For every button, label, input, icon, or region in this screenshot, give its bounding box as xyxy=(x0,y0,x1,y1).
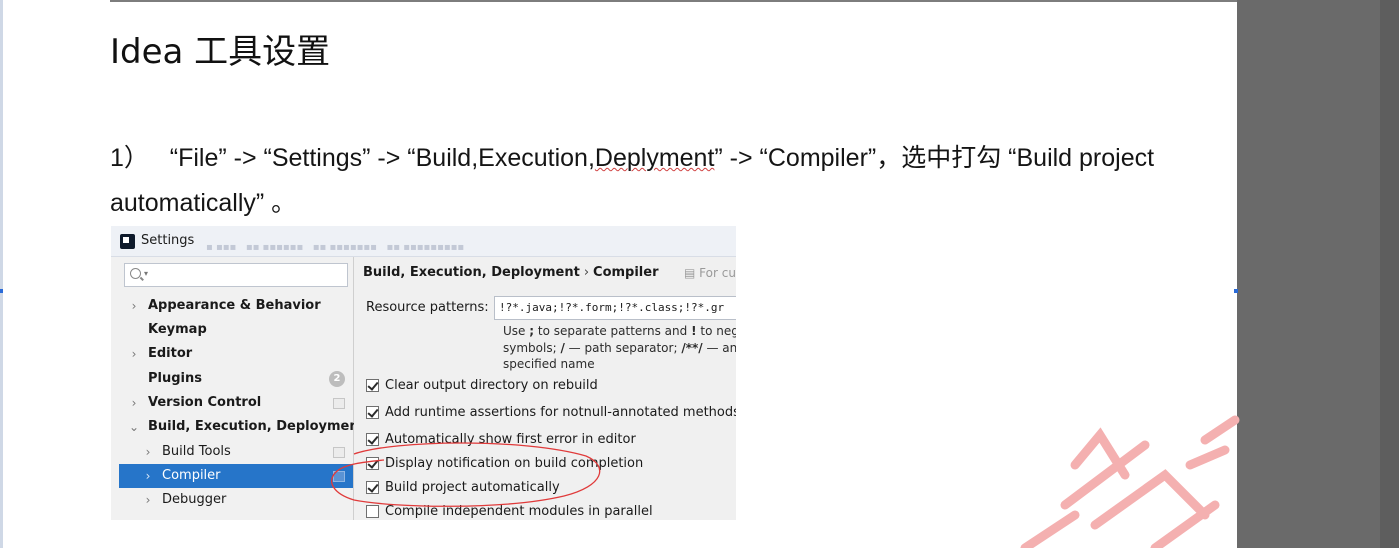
sidebar-item-label: Compiler xyxy=(162,468,221,483)
breadcrumb-current: Compiler xyxy=(593,265,659,280)
settings-screenshot: Settings ▪ ▪▪▪ ▪▪ ▪▪▪▪▪▪ ▪▪ ▪▪▪▪▪▪▪ ▪▪ ▪… xyxy=(111,226,736,520)
sidebar-item-label: Version Control xyxy=(148,395,262,410)
option-label: Compile independent modules in parallel xyxy=(385,504,653,519)
sidebar-item-label: Build Tools xyxy=(162,444,231,459)
help-text: — path separator; xyxy=(564,340,682,355)
help-text: to separate patterns and xyxy=(534,324,692,338)
viewer-side-panel xyxy=(1237,0,1399,548)
checkbox[interactable] xyxy=(366,481,379,494)
breadcrumb-parent[interactable]: Build, Execution, Deployment xyxy=(363,265,580,280)
checkbox[interactable] xyxy=(366,505,379,518)
update-count-badge: 2 xyxy=(329,371,345,387)
chevron-down-icon[interactable]: ▾ xyxy=(144,269,148,278)
help-text: symbols; xyxy=(503,340,561,355)
page-left-edge xyxy=(0,0,3,548)
help-line: symbols; / — path separator; /**/ — any xyxy=(503,340,736,357)
page-top-border xyxy=(110,0,1286,2)
window-titlebar: Settings ▪ ▪▪▪ ▪▪ ▪▪▪▪▪▪ ▪▪ ▪▪▪▪▪▪▪ ▪▪ ▪… xyxy=(111,226,736,257)
chevron-right-icon[interactable]: › xyxy=(129,391,139,415)
search-icon xyxy=(130,268,141,279)
option-label: Automatically show first error in editor xyxy=(385,432,636,447)
ghost-toolbar-text: ▪ ▪▪▪ ▪▪ ▪▪▪▪▪▪ ▪▪ ▪▪▪▪▪▪▪ ▪▪ ▪▪▪▪▪▪▪▪▪ xyxy=(206,242,465,253)
chevron-right-icon[interactable]: › xyxy=(143,488,153,512)
sidebar-item-debugger[interactable]: › Debugger xyxy=(111,488,353,512)
step-number: 1） xyxy=(110,144,149,172)
project-icon xyxy=(333,447,345,458)
help-text: /**/ xyxy=(681,340,703,355)
breadcrumb: Build, Execution, Deployment › Compiler xyxy=(363,265,659,280)
project-icon xyxy=(333,471,345,482)
help-text: — any xyxy=(706,340,736,355)
sidebar-item-appearance-behavior[interactable]: › Appearance & Behavior xyxy=(111,294,353,318)
option-label: Clear output directory on rebuild xyxy=(385,378,598,393)
chevron-down-icon[interactable]: ⌄ xyxy=(129,415,139,439)
option-label: Add runtime assertions for notnull-annot… xyxy=(385,405,736,420)
sidebar-item-build-execution-deployment[interactable]: ⌄ Build, Execution, Deployment xyxy=(111,415,365,439)
sidebar-item-keymap[interactable]: Keymap xyxy=(111,318,353,342)
help-text: to negat xyxy=(700,324,736,338)
sidebar-item-label: Plugins xyxy=(148,371,202,386)
sidebar-item-version-control[interactable]: › Version Control xyxy=(111,391,353,415)
sidebar-item-editor[interactable]: › Editor xyxy=(111,342,353,366)
checkbox[interactable] xyxy=(366,406,379,419)
sidebar-item-label: Debugger xyxy=(162,492,227,507)
sidebar-item-label: Appearance & Behavior xyxy=(148,298,321,313)
resource-patterns-help: Use ; to separate patterns and ! to nega… xyxy=(503,323,736,373)
help-text: Use xyxy=(503,324,530,338)
help-line: Use ; to separate patterns and ! to nega… xyxy=(503,323,736,340)
checkbox[interactable] xyxy=(366,379,379,392)
settings-sidebar: ▾ › Appearance & Behavior Keymap › Edito… xyxy=(111,257,365,520)
chevron-right-icon[interactable]: › xyxy=(129,342,139,366)
page-margin-marker xyxy=(1234,289,1238,293)
compiler-settings-panel: Build, Execution, Deployment › Compiler ▤ … xyxy=(354,257,736,520)
scrollbar[interactable] xyxy=(1380,0,1399,548)
project-icon xyxy=(333,398,345,409)
breadcrumb-separator: › xyxy=(583,265,590,280)
checkbox[interactable] xyxy=(366,457,379,470)
window-title: Settings xyxy=(141,233,195,248)
sidebar-item-build-tools[interactable]: › Build Tools xyxy=(111,440,353,464)
sidebar-item-compiler[interactable]: › Compiler xyxy=(119,464,353,488)
sidebar-item-label: Editor xyxy=(148,346,193,361)
chevron-right-icon[interactable]: › xyxy=(143,464,153,488)
watermark-logo xyxy=(1005,405,1245,548)
page-title: Idea 工具设置 xyxy=(110,32,331,72)
step-path: “File” -> “Settings” -> “Build,Execution… xyxy=(169,144,595,172)
step-instruction: 1） “File” -> “Settings” -> “Build,Execut… xyxy=(110,136,1295,226)
resource-patterns-input[interactable]: !?*.java;!?*.form;!?*.class;!?*.gr xyxy=(494,296,736,320)
scope-hint-text: For cu xyxy=(699,266,736,280)
intellij-idea-icon xyxy=(120,234,135,249)
sidebar-item-plugins[interactable]: Plugins 2 xyxy=(111,367,353,391)
chevron-right-icon[interactable]: › xyxy=(129,294,139,318)
help-line: specified name xyxy=(503,357,595,371)
misspelled-word: Deplyment xyxy=(594,144,715,172)
sidebar-item-label: Build, Execution, Deployment xyxy=(148,419,365,434)
page-margin-marker xyxy=(0,289,3,293)
checkbox[interactable] xyxy=(366,433,379,446)
option-label: Build project automatically xyxy=(385,480,560,495)
resource-patterns-label: Resource patterns: xyxy=(366,300,489,315)
search-input[interactable]: ▾ xyxy=(124,263,348,287)
sidebar-item-label: Keymap xyxy=(148,322,207,337)
chevron-right-icon[interactable]: › xyxy=(143,440,153,464)
scope-hint: ▤ For cu xyxy=(684,266,736,280)
option-label: Display notification on build completion xyxy=(385,456,644,471)
